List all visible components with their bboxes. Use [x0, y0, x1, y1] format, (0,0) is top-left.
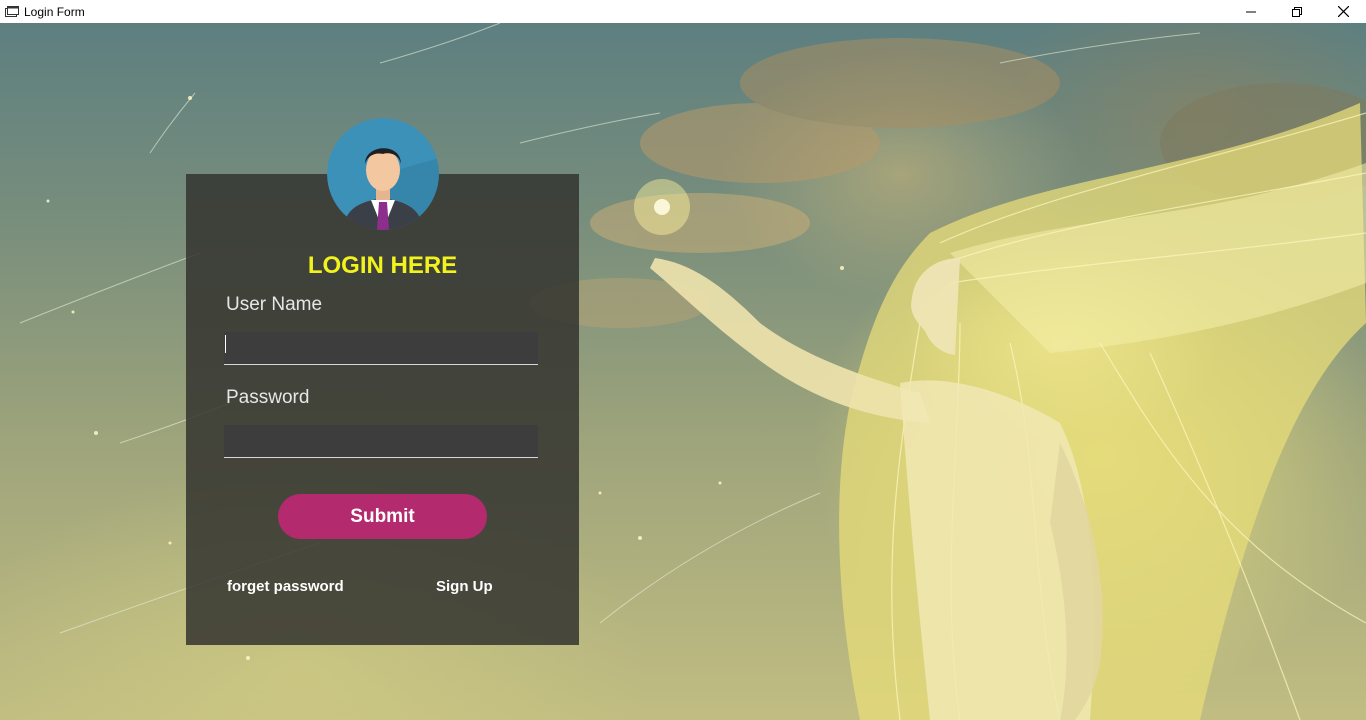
username-label: User Name [226, 294, 323, 315]
password-input[interactable] [224, 425, 538, 458]
text-caret [225, 335, 226, 353]
sign-up-link[interactable]: Sign Up [436, 578, 493, 595]
restore-icon [1292, 6, 1302, 17]
submit-button[interactable]: Submit [278, 494, 487, 539]
minimize-icon [1246, 11, 1256, 12]
minimize-button[interactable] [1228, 0, 1274, 23]
forget-password-link[interactable]: forget password [227, 578, 344, 595]
form-icon [4, 4, 20, 20]
title-bar: Login Form [0, 0, 1366, 23]
user-avatar-icon [327, 118, 439, 230]
close-icon [1337, 6, 1349, 17]
username-input[interactable] [224, 332, 538, 365]
window-title: Login Form [24, 4, 85, 19]
restore-button[interactable] [1274, 0, 1320, 23]
login-heading: LOGIN HERE [307, 252, 458, 279]
password-label: Password [226, 387, 310, 408]
close-button[interactable] [1320, 0, 1366, 23]
login-card [186, 174, 579, 645]
login-window: Login Form LOGIN HERE User Name Password… [0, 0, 1366, 720]
